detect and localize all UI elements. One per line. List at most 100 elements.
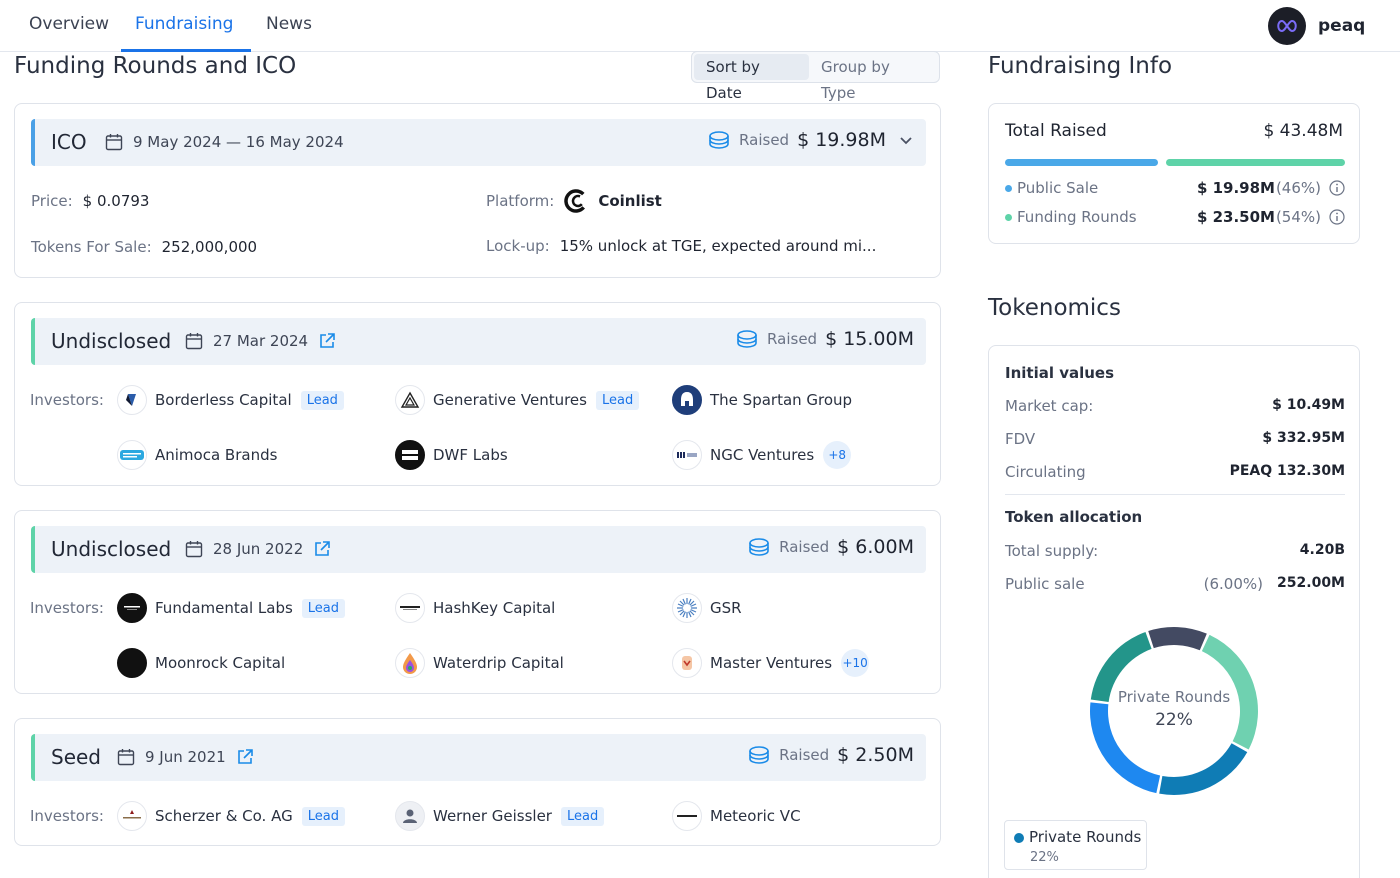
circulating-value: PEAQ 132.30M [1229, 463, 1345, 479]
total-supply-label: Total supply: [1005, 542, 1099, 560]
donut-slice-1[interactable] [1159, 743, 1248, 795]
external-link-icon[interactable] [318, 332, 346, 350]
raised-amount: $ 2.50M [837, 744, 914, 766]
investor-item[interactable]: Master Ventures +10 [672, 648, 870, 678]
investor-item[interactable]: Moonrock Capital [117, 648, 285, 678]
donut-center-label: Private Rounds 22% [1093, 688, 1255, 730]
tab-fundraising[interactable]: Fundraising [135, 14, 233, 34]
public-sale-pct: (46%) [1275, 179, 1321, 197]
lead-badge: Lead [595, 390, 640, 410]
gsr-logo-icon [672, 593, 702, 623]
tab-overview[interactable]: Overview [29, 14, 109, 34]
fdv-label: FDV [1005, 430, 1036, 448]
market-cap-value: $ 10.49M [1272, 397, 1345, 413]
circulating-label: Circulating [1005, 463, 1086, 481]
investor-item[interactable]: Scherzer & Co. AG Lead [117, 801, 345, 831]
ico-tokens-for-sale: Tokens For Sale: 252,000,000 [31, 238, 257, 256]
project-name: peaq [1318, 16, 1366, 36]
round-type: Seed [51, 745, 101, 769]
investor-item[interactable]: Animoca Brands [117, 440, 277, 470]
coins-icon [749, 746, 769, 764]
raised-summary: Raised $ 6.00M [747, 536, 914, 558]
initial-values-heading: Initial values [1005, 364, 1115, 382]
round-header[interactable]: Seed 9 Jun 2021 Raised $ 2.50M [31, 734, 926, 781]
investor-item[interactable]: NGC Ventures +8 [672, 440, 852, 470]
investor-name: Scherzer & Co. AG [155, 807, 293, 825]
fundamental-labs-logo-icon [117, 593, 147, 623]
fundraising-info-title: Fundraising Info [988, 53, 1173, 79]
sort-by-date-button[interactable]: Sort by Date [694, 54, 809, 102]
external-link-icon[interactable] [236, 748, 264, 766]
investor-name: GSR [710, 599, 742, 617]
tokenomics-title: Tokenomics [988, 295, 1121, 321]
calendar-icon [185, 541, 203, 558]
round-date: 9 May 2024 — 16 May 2024 [105, 133, 344, 151]
group-by-type-button[interactable]: Group by Type [809, 54, 937, 102]
investor-item[interactable]: GSR [672, 593, 742, 623]
round-header[interactable]: Undisclosed 27 Mar 2024 Raised $ 15.00M [31, 318, 926, 365]
info-icon[interactable] [1329, 180, 1345, 200]
coins-icon [709, 131, 729, 149]
info-icon[interactable] [1329, 209, 1345, 229]
moonrock-capital-logo-icon [117, 648, 147, 678]
coins-icon [749, 538, 769, 556]
chart-legend[interactable]: Private Rounds 22% [1004, 820, 1147, 870]
investor-item[interactable]: Meteoric VC [672, 801, 801, 831]
raised-summary: Raised $ 15.00M [735, 328, 914, 350]
project-header[interactable]: peaq [1268, 7, 1365, 45]
investor-item[interactable]: Werner Geissler Lead [395, 801, 605, 831]
fundraising-info-card: Total Raised $ 43.48M Public Sale $ 19.9… [988, 103, 1360, 244]
raised-label: Raised [767, 330, 818, 348]
round-type: Undisclosed [51, 329, 172, 353]
investor-item[interactable]: Generative Ventures Lead [395, 385, 640, 415]
market-cap-label: Market cap: [1005, 397, 1094, 415]
chevron-down-icon[interactable] [898, 132, 914, 148]
funding-rounds-row: Funding Rounds $ 23.50M (54%) [1005, 208, 1345, 228]
total-raised-label: Total Raised [1005, 121, 1107, 141]
more-investors-badge[interactable]: +8 [823, 441, 852, 469]
fdv-value: $ 332.95M [1262, 430, 1345, 446]
investor-item[interactable]: Borderless Capital Lead [117, 385, 344, 415]
investor-item[interactable]: DWF Labs [395, 440, 508, 470]
round-header[interactable]: Undisclosed 28 Jun 2022 Raised $ 6.00M [31, 526, 926, 573]
investor-item[interactable]: Waterdrip Capital [395, 648, 564, 678]
round-date-text: 9 Jun 2021 [145, 748, 226, 766]
donut-slice-4[interactable] [1148, 627, 1207, 651]
price-label: Price: [31, 192, 73, 210]
investor-name: The Spartan Group [710, 391, 853, 409]
raised-amount: $ 15.00M [825, 328, 914, 350]
platform-link[interactable]: Coinlist [598, 192, 662, 210]
waterdrip-capital-logo-icon [395, 648, 425, 678]
public-sale-row: Public Sale $ 19.98M (46%) [1005, 179, 1345, 199]
spartan-helmet-icon [672, 385, 702, 415]
divider [1005, 494, 1345, 495]
ico-header[interactable]: ICO 9 May 2024 — 16 May 2024 Raised $ 19… [31, 119, 926, 166]
investor-item[interactable]: Fundamental Labs Lead [117, 593, 346, 623]
raised-summary: Raised $ 2.50M [747, 744, 914, 766]
dwf-labs-logo-icon [395, 440, 425, 470]
calendar-icon [185, 333, 203, 350]
platform-label: Platform: [486, 192, 555, 210]
more-investors-badge[interactable]: +10 [841, 649, 870, 677]
investor-item[interactable]: The Spartan Group [672, 385, 852, 415]
investor-name: HashKey Capital [433, 599, 556, 617]
investor-name: Fundamental Labs [155, 599, 293, 617]
investor-name: Moonrock Capital [155, 654, 286, 672]
token-allocation-heading: Token allocation [1005, 508, 1143, 526]
top-nav: Overview Fundraising News peaq [0, 0, 1400, 52]
raised-summary: Raised $ 19.98M [707, 129, 914, 151]
tab-news[interactable]: News [266, 14, 312, 34]
funding-rounds-value: $ 23.50M [1196, 208, 1275, 226]
lead-badge: Lead [560, 806, 605, 826]
investor-item[interactable]: HashKey Capital [395, 593, 555, 623]
animoca-brands-logo-icon [117, 440, 147, 470]
public-sale-label: Public Sale [1017, 179, 1099, 197]
external-link-icon[interactable] [313, 540, 341, 558]
investor-name: Animoca Brands [155, 446, 278, 464]
funding-round-card: Undisclosed 28 Jun 2022 Raised $ 6.00M I… [14, 510, 941, 694]
public-sale-bar [1005, 159, 1158, 166]
legend-label: Private Rounds [1029, 828, 1142, 846]
funding-rounds-bar [1166, 159, 1345, 166]
legend-dot [1005, 185, 1012, 192]
public-sale-value: $ 19.98M [1196, 179, 1275, 197]
